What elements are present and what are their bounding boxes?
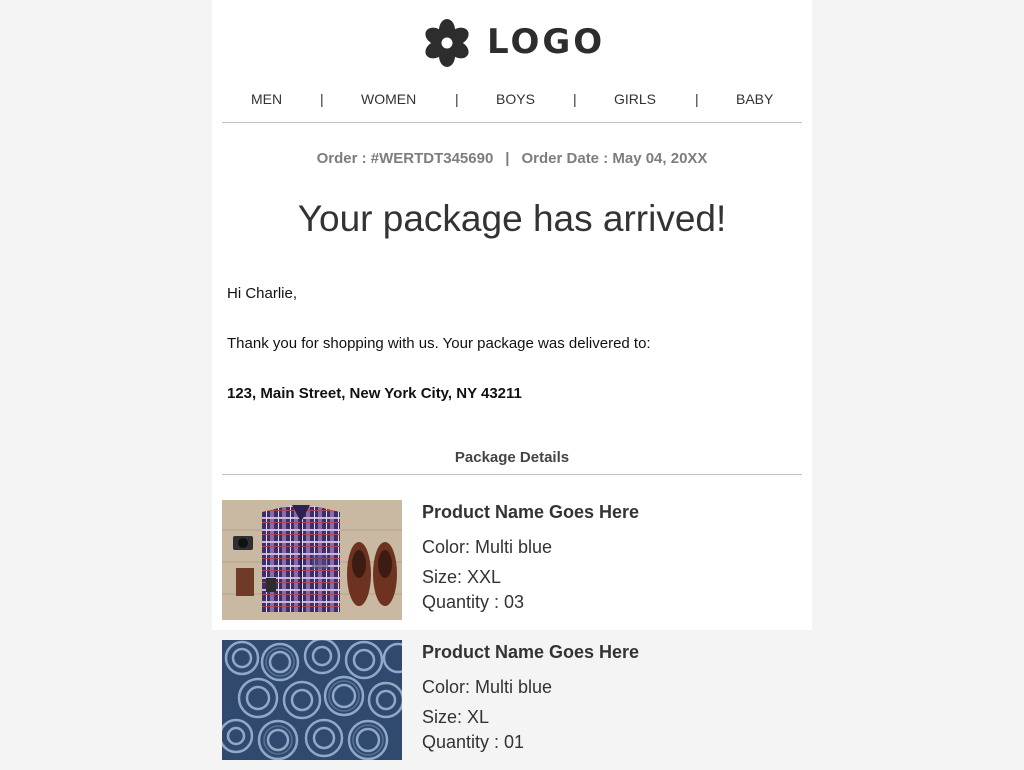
nav-separator: |: [455, 91, 459, 107]
nav-item-boys[interactable]: BOYS: [496, 91, 535, 107]
nav-separator: |: [573, 91, 577, 107]
order-date: Order Date : May 04, 20XX: [521, 150, 708, 167]
logo-text: LOGO: [487, 22, 606, 62]
greeting-text: Hi Charlie,: [227, 285, 298, 302]
product-image[interactable]: [222, 500, 402, 620]
nav-separator: |: [320, 91, 324, 107]
delivery-address: 123, Main Street, New York City, NY 4321…: [227, 385, 522, 402]
category-nav: MEN | WOMEN | BOYS | GIRLS | BABY: [222, 88, 802, 110]
page-title: Your package has arrived!: [297, 198, 727, 239]
product-quantity: Quantity : 03: [422, 592, 525, 612]
product-size: Size: XXL: [422, 567, 502, 587]
product-quantity: Quantity : 01: [422, 732, 525, 752]
nav-item-women[interactable]: WOMEN: [361, 91, 416, 107]
rolled-jeans-photo: [222, 640, 402, 760]
order-number: Order : #WERTDT345690: [316, 150, 494, 167]
product-name[interactable]: Product Name Goes Here: [422, 640, 639, 664]
product-name[interactable]: Product Name Goes Here: [422, 500, 639, 524]
order-info: Order : #WERTDT345690 | Order Date : May 0…: [212, 148, 812, 170]
delivery-message: Thank you for shopping with us. Your pac…: [227, 335, 651, 352]
logo[interactable]: LOGO: [424, 18, 602, 68]
nav-item-girls[interactable]: GIRLS: [614, 91, 656, 107]
flower-icon: [425, 19, 469, 67]
package-divider: [222, 474, 802, 475]
package-details-title: Package Details: [454, 449, 570, 466]
flatlay-shirt-shoes-photo: [222, 500, 402, 620]
product-item: Product Name Goes Here Color: Multi blue…: [222, 640, 812, 770]
product-item: Product Name Goes Here Color: Multi blue…: [222, 500, 812, 630]
product-color: Color: Multi blue: [422, 677, 553, 697]
nav-item-men[interactable]: MEN: [251, 91, 282, 107]
product-color: Color: Multi blue: [422, 537, 553, 557]
nav-separator: |: [695, 91, 699, 107]
order-separator: |: [505, 150, 510, 167]
product-size: Size: XL: [422, 707, 490, 727]
product-image[interactable]: [222, 640, 402, 760]
nav-item-baby[interactable]: BABY: [736, 91, 773, 107]
nav-divider: [222, 122, 802, 123]
